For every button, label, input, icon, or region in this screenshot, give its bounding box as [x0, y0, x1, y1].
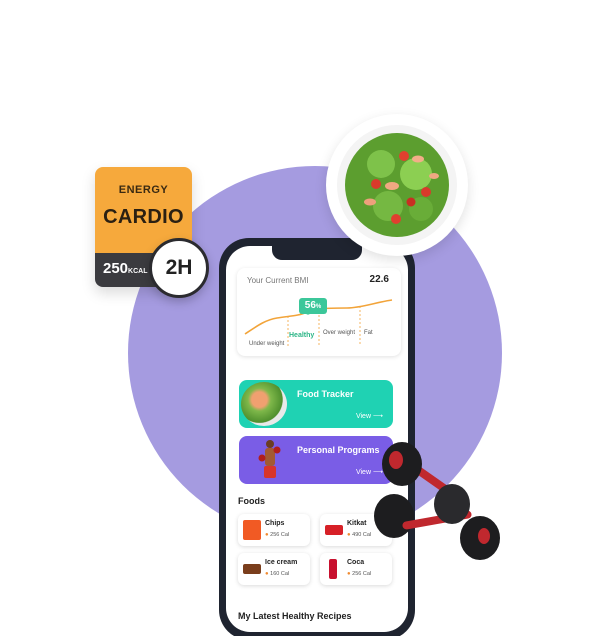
food-calories: ● 256 Cal: [347, 571, 371, 577]
food-name: Kitkat: [347, 520, 367, 527]
arrow-right-icon: ⟶: [372, 413, 383, 420]
bmi-percent: 56: [304, 300, 316, 311]
kitkat-icon: [325, 525, 343, 535]
foods-title: Foods: [238, 496, 265, 506]
food-calories: ● 256 Cal: [265, 532, 289, 538]
bmi-label-under: Under weight: [249, 341, 285, 347]
food-name: Ice cream: [265, 559, 298, 566]
food-tracker-view-label: View: [355, 413, 371, 420]
chips-icon: [243, 520, 261, 540]
bmi-label-fat: Fat: [364, 330, 373, 336]
food-calories-value: 256 Cal: [270, 532, 290, 538]
bmi-label-healthy: Healthy: [289, 332, 315, 339]
bmi-percent-unit: %: [315, 304, 322, 310]
food-calories: ● 160 Cal: [265, 571, 289, 577]
flame-icon: ●: [265, 571, 269, 577]
calories-unit: KCAL: [128, 268, 148, 275]
salad-bowl-image: [326, 114, 468, 256]
food-calories-value: 160 Cal: [270, 571, 290, 577]
food-name: Chips: [265, 520, 285, 527]
phone-mockup: Your Current BMI 22.6 56% Under weight H…: [219, 238, 415, 636]
phone-screen: Your Current BMI 22.6 56% Under weight H…: [226, 246, 408, 632]
energy-title: CARDIO: [103, 206, 184, 228]
flame-icon: ●: [265, 532, 269, 538]
boxer-icon: [258, 440, 281, 478]
personal-programs-view-label: View: [355, 469, 371, 476]
food-tracker-title: Food Tracker: [297, 389, 354, 399]
cola-bottle-icon: [329, 559, 337, 579]
food-calories: ● 490 Cal: [347, 532, 371, 538]
dumbbells-icon: [374, 442, 500, 560]
food-tracker-view[interactable]: View ⟶: [356, 412, 383, 420]
flame-icon: ●: [347, 532, 351, 538]
ice-cream-icon: [243, 564, 261, 574]
calories-value: 250: [103, 260, 129, 277]
food-name: Coca: [347, 559, 365, 566]
duration-badge: 2H: [149, 238, 209, 298]
bmi-card[interactable]: Your Current BMI 22.6 56% Under weight H…: [237, 268, 401, 356]
personal-programs-card[interactable]: Personal Programs View ⟶: [239, 436, 393, 484]
food-calories-value: 490 Cal: [352, 532, 372, 538]
food-item-chips[interactable]: Chips ● 256 Cal: [238, 514, 310, 546]
food-item-ice-cream[interactable]: Ice cream ● 160 Cal: [238, 553, 310, 585]
salad-plate-icon: [241, 382, 287, 426]
recipes-title: My Latest Healthy Recipes: [238, 611, 352, 621]
personal-programs-title: Personal Programs: [297, 445, 380, 455]
bmi-percent-badge: 56%: [299, 298, 327, 314]
bmi-label-over: Over weight: [323, 330, 356, 336]
salad-icon: [337, 125, 457, 245]
energy-label: ENERGY: [118, 184, 169, 196]
food-calories-value: 256 Cal: [352, 571, 372, 577]
food-tracker-card[interactable]: Food Tracker View ⟶: [239, 380, 393, 428]
flame-icon: ●: [347, 571, 351, 577]
